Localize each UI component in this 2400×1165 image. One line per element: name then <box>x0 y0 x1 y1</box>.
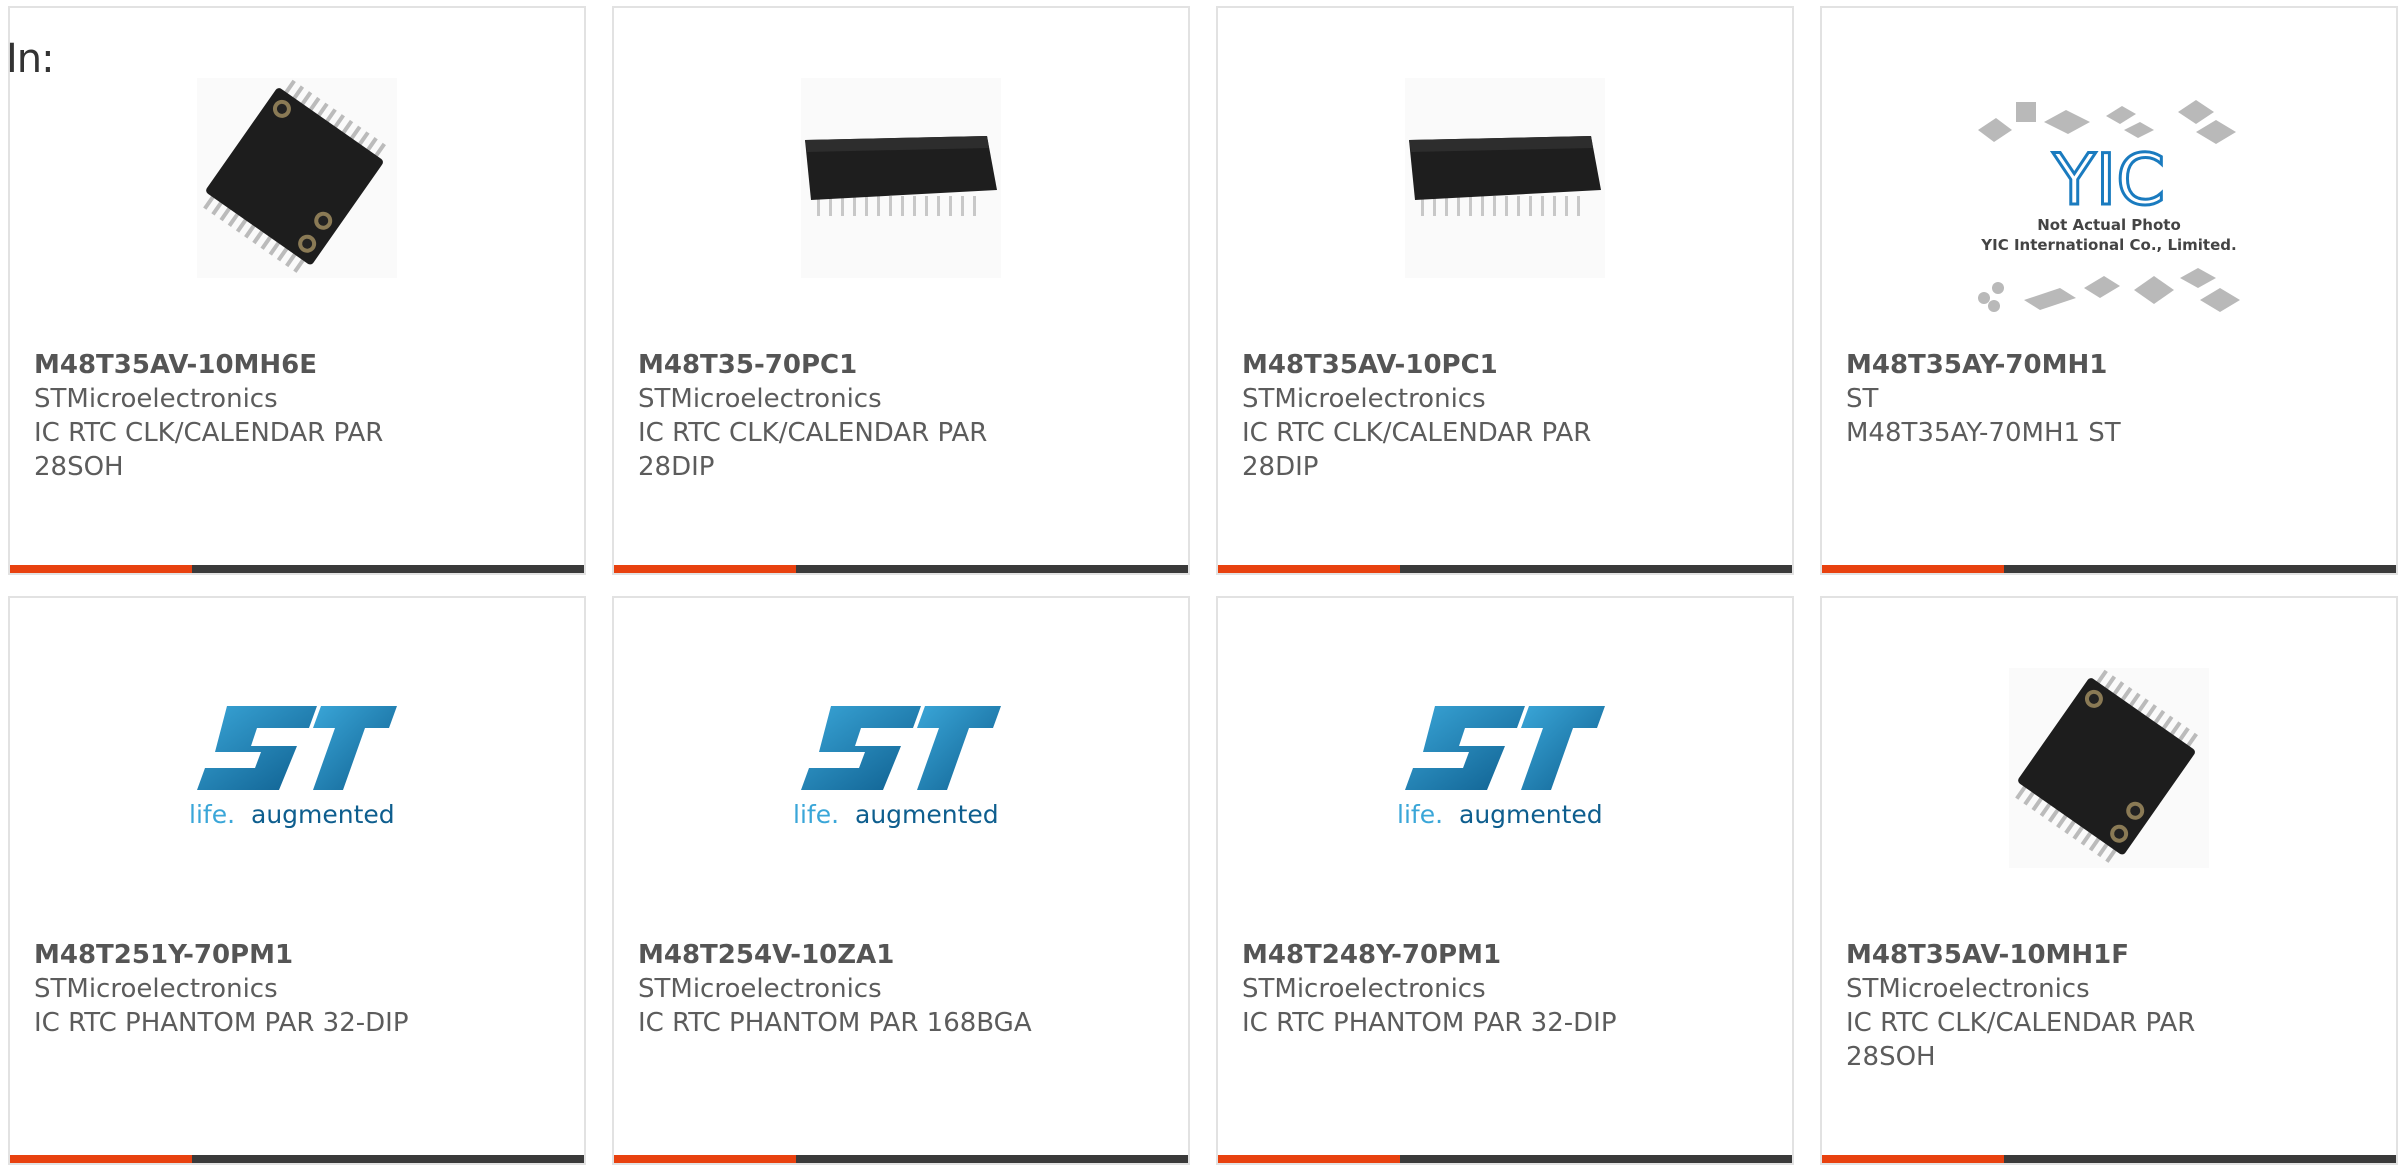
product-image: life. augmented <box>1395 668 1615 868</box>
svg-text:life.: life. <box>793 800 839 829</box>
manufacturer: STMicroelectronics <box>638 384 882 414</box>
product-card[interactable]: life. augmented M48T248Y-70PM1 STMicroel… <box>1216 596 1794 1165</box>
product-card[interactable]: M48T35AV-10MH6E STMicroelectronics IC RT… <box>8 6 586 575</box>
svg-text:augmented: augmented <box>251 800 395 829</box>
product-image: life. augmented <box>791 668 1011 868</box>
description-cont: 28SOH <box>34 452 124 482</box>
in-label: In: <box>6 36 55 82</box>
description: IC RTC CLK/CALENDAR PAR <box>1846 1008 2196 1038</box>
card-bar-accent <box>1218 565 1400 573</box>
description: IC RTC PHANTOM PAR 32-DIP <box>1242 1008 1617 1038</box>
product-grid: M48T35AV-10MH6E STMicroelectronics IC RT… <box>8 6 2398 1165</box>
description: IC RTC PHANTOM PAR 32-DIP <box>34 1008 409 1038</box>
soic-chip-icon <box>2015 669 2198 863</box>
dip-chip-icon <box>805 136 997 216</box>
product-image: life. augmented <box>187 668 407 868</box>
dip-chip-icon <box>1409 136 1601 216</box>
soic-chip-icon <box>203 79 386 273</box>
manufacturer: STMicroelectronics <box>34 384 278 414</box>
description: IC RTC CLK/CALENDAR PAR <box>1242 418 1592 448</box>
description-cont: 28DIP <box>1242 452 1319 482</box>
description: IC RTC CLK/CALENDAR PAR <box>34 418 384 448</box>
st-logo-icon: life. augmented <box>793 706 1001 829</box>
manufacturer: ST <box>1846 384 1879 414</box>
part-number[interactable]: M48T35AV-10MH6E <box>34 348 564 382</box>
description-cont: 28SOH <box>1846 1042 1936 1072</box>
product-image <box>197 78 397 278</box>
part-number[interactable]: M48T251Y-70PM1 <box>34 938 564 972</box>
description-cont: 28DIP <box>638 452 715 482</box>
product-card[interactable]: life. augmented M48T254V-10ZA1 STMicroel… <box>612 596 1190 1165</box>
manufacturer: STMicroelectronics <box>1846 974 2090 1004</box>
manufacturer: STMicroelectronics <box>1242 974 1486 1004</box>
part-number[interactable]: M48T35-70PC1 <box>638 348 1168 382</box>
product-card[interactable]: M48T35AV-10PC1 STMicroelectronics IC RTC… <box>1216 6 1794 575</box>
product-card[interactable]: M48T35-70PC1 STMicroelectronics IC RTC C… <box>612 6 1190 575</box>
card-bar-accent <box>1822 565 2004 573</box>
svg-text:life.: life. <box>1397 800 1443 829</box>
description: IC RTC CLK/CALENDAR PAR <box>638 418 988 448</box>
svg-text:life.: life. <box>189 800 235 829</box>
yic-placeholder-icon: YIC Not Actual Photo YIC International C… <box>1978 100 2240 312</box>
svg-text:YIC: YIC <box>2052 139 2165 221</box>
card-bar-accent <box>614 565 796 573</box>
card-bar <box>1218 565 1792 573</box>
product-card[interactable]: life. augmented M48T251Y-70PM1 STMicroel… <box>8 596 586 1165</box>
card-bar <box>10 565 584 573</box>
part-number[interactable]: M48T35AV-10PC1 <box>1242 348 1772 382</box>
manufacturer: STMicroelectronics <box>638 974 882 1004</box>
product-card[interactable]: YIC Not Actual Photo YIC International C… <box>1820 6 2398 575</box>
card-bar <box>614 565 1188 573</box>
part-number[interactable]: M48T35AV-10MH1F <box>1846 938 2376 972</box>
product-image <box>1405 78 1605 278</box>
card-bar <box>1822 565 2396 573</box>
st-logo-icon: life. augmented <box>1397 706 1605 829</box>
placeholder-text-2: YIC International Co., Limited. <box>1980 236 2236 254</box>
product-card[interactable]: M48T35AV-10MH1F STMicroelectronics IC RT… <box>1820 596 2398 1165</box>
st-logo-icon: life. augmented <box>189 706 397 829</box>
description: IC RTC PHANTOM PAR 168BGA <box>638 1008 1032 1038</box>
product-image: YIC Not Actual Photo YIC International C… <box>1964 92 2254 332</box>
manufacturer: STMicroelectronics <box>1242 384 1486 414</box>
svg-text:augmented: augmented <box>1459 800 1603 829</box>
part-number[interactable]: M48T248Y-70PM1 <box>1242 938 1772 972</box>
description: M48T35AY-70MH1 ST <box>1846 418 2121 448</box>
part-number[interactable]: M48T35AY-70MH1 <box>1846 348 2376 382</box>
product-image <box>801 78 1001 278</box>
svg-text:augmented: augmented <box>855 800 999 829</box>
card-bar-accent <box>10 565 192 573</box>
manufacturer: STMicroelectronics <box>34 974 278 1004</box>
placeholder-text-1: Not Actual Photo <box>2037 216 2181 234</box>
product-image <box>2009 668 2209 868</box>
part-number[interactable]: M48T254V-10ZA1 <box>638 938 1168 972</box>
